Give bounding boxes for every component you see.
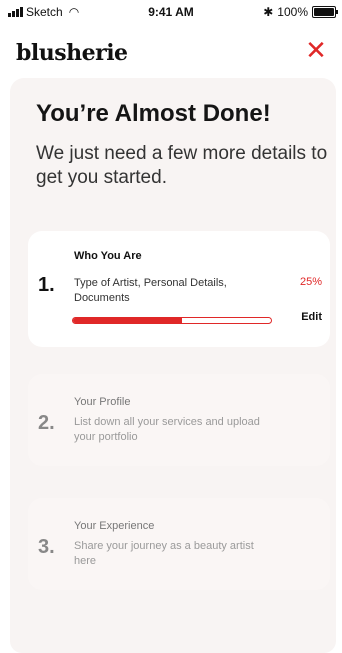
step-description: List down all your services and upload y… [74, 416, 260, 443]
battery-percent: 100% [277, 5, 308, 19]
step-title: Your Experience [74, 520, 155, 532]
progress-bar [72, 317, 272, 324]
step-card-your-profile[interactable]: 2. Your Profile List down all your servi… [28, 374, 330, 466]
close-button[interactable]: ✕ [302, 36, 330, 64]
brand-logo: blusherie [16, 40, 128, 66]
progress-fill [73, 318, 182, 323]
main-panel: You’re Almost Done! We just need a few m… [10, 78, 336, 653]
page-subtitle: We just need a few more details to get y… [36, 143, 328, 188]
step-number: 2. [38, 412, 55, 434]
battery-icon [312, 6, 338, 18]
step-description: Type of Artist, Personal Details, Docume… [74, 277, 227, 304]
bluetooth-icon: ✱ [263, 5, 274, 19]
close-icon: ✕ [305, 35, 327, 65]
step-title: Who You Are [74, 250, 142, 262]
step-description: Share your journey as a beauty artist he… [74, 540, 254, 567]
step-number: 1. [38, 274, 55, 296]
step-card-your-experience[interactable]: 3. Your Experience Share your journey as… [28, 498, 330, 590]
app-header: blusherie ✕ [0, 30, 342, 74]
page-title: You’re Almost Done! [36, 100, 271, 127]
status-bar: Sketch ◠ 9:41 AM ✱ 100% [0, 0, 342, 24]
step-card-who-you-are[interactable]: 1. Who You Are Type of Artist, Personal … [28, 231, 330, 347]
step-title: Your Profile [74, 396, 131, 408]
step-number: 3. [38, 536, 55, 558]
status-right: ✱ 100% [263, 5, 338, 19]
progress-percent: 25% [299, 276, 322, 288]
edit-button[interactable]: Edit [301, 311, 322, 323]
